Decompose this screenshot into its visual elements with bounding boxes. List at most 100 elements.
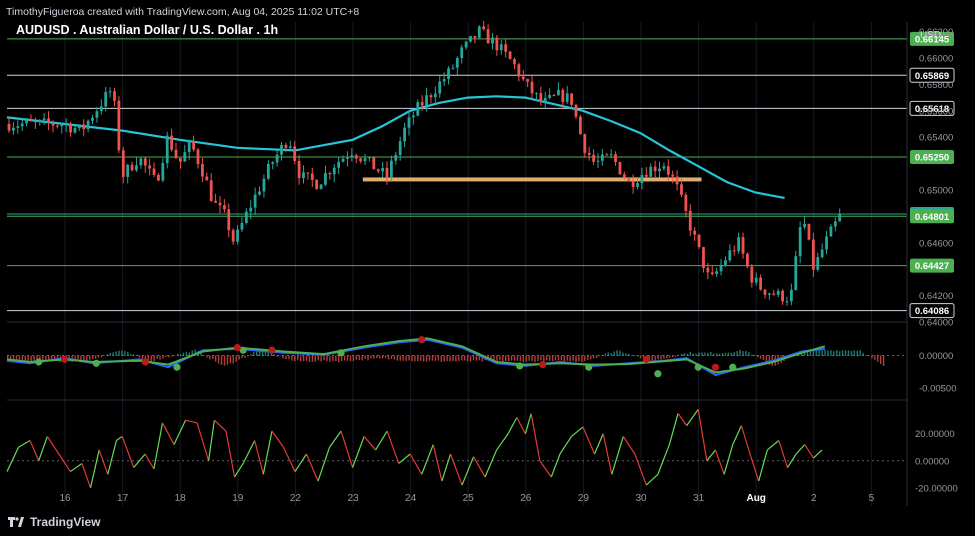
candle-body [403,127,406,142]
time-tick-label: 24 [405,493,417,504]
crossover-dot-bearish [418,336,426,344]
currency-label[interactable]: USD [920,30,941,41]
macd-histogram-bar [414,355,416,362]
candle-body [187,141,191,153]
macd-histogram-bar [522,355,524,363]
macd-histogram-bar [701,352,703,356]
macd-histogram-bar [299,355,302,362]
macd-histogram-bar [850,350,853,356]
candle-body [732,250,736,252]
macd-histogram-bar [657,355,659,360]
macd-histogram-bar [106,354,109,356]
time-tick-label: 22 [290,493,302,504]
macd-histogram-bar [446,355,448,362]
symbol-title[interactable]: AUDUSD . Australian Dollar / U.S. Dollar… [16,23,278,37]
macd-histogram-bar [455,355,457,362]
chart-canvas[interactable]: 0.661450.658690.656180.652500.648180.648… [0,0,975,536]
macd-histogram-bar [411,355,413,362]
macd-histogram-bar [578,355,580,362]
macd-histogram-bar [323,355,325,361]
crossover-dot-bearish [141,358,149,366]
crossover-dot-bearish [61,355,69,363]
macd-histogram-bar [669,355,671,358]
macd-histogram-bar [557,355,560,361]
macd-histogram-bar [308,355,311,362]
macd-histogram-bar [256,351,258,356]
candle-body [499,44,503,51]
candle-body [135,165,138,171]
macd-histogram-bar [405,355,407,362]
macd-histogram-bar [472,355,475,361]
crossover-dot-bearish [539,361,547,369]
candle-body [671,174,675,177]
candle-body [680,184,683,195]
macd-histogram-bar [437,355,440,361]
candle-body [609,154,613,156]
macd-histogram-bar [250,354,252,356]
macd-histogram-bar [654,355,656,361]
candle-body [47,118,50,123]
macd-histogram-bar [601,354,604,356]
candle-body [829,226,833,237]
candle-body [222,205,226,210]
support-zone[interactable] [362,177,702,182]
candle-body [350,155,354,158]
macd-histogram-bar [607,352,609,356]
macd-histogram-bar [176,353,179,356]
macd-histogram-bar [531,355,533,362]
candle-body [658,168,661,172]
candle-body [42,118,46,120]
candle-body [710,272,714,275]
macd-histogram-bar [704,352,706,356]
macd-histogram-bar [721,353,724,356]
macd-histogram-bar [352,355,355,362]
candle-body [275,154,279,163]
macd-histogram-bar [238,355,240,360]
macd-histogram-bar [80,355,82,361]
price-axis-labels[interactable]: 0.661450.658690.656180.652500.648180.648… [909,27,958,494]
candle-body [460,47,464,59]
candle-body [776,290,780,295]
macd-histogram-bar [329,355,331,362]
candle-body [706,267,710,273]
candle-body [741,237,745,254]
macd-histogram-bar [551,355,554,362]
candle-body [11,127,15,131]
macd-histogram-bar [217,355,220,364]
macd-histogram-bar [827,350,829,356]
candle-body [798,227,802,257]
candle-body [486,29,490,44]
macd-histogram-bar [349,355,352,362]
macd-histogram-bar [660,355,662,360]
macd-histogram-bar [510,355,513,361]
macd-histogram-bar [282,355,284,359]
time-axis-labels[interactable]: 16 17 18 19 22 23 24 25 26 29 30 31 Aug 2 5 [59,493,874,504]
candle-body [561,89,565,102]
candle-body [767,293,771,295]
macd-histogram-bar [882,355,885,366]
tradingview-brand[interactable]: TradingView [8,514,100,530]
candle-body [820,249,824,258]
tradingview-logo-icon [8,517,24,527]
macd-histogram-bar [566,355,568,361]
candle-body [622,174,626,178]
macd-histogram-bar [469,355,472,362]
crossover-dot-bullish [173,363,181,371]
candle-body [25,119,28,124]
macd-histogram-bar [616,350,618,356]
candle-body [16,126,20,128]
candle-body [675,176,679,185]
macd-tick-label: 0.00000 [919,351,953,362]
candle-body [266,164,270,179]
macd-histogram-bar [879,355,882,365]
macd-histogram-bar [525,355,527,362]
candle-body [420,102,424,106]
candle-body [592,154,595,162]
candle-body [328,173,332,175]
candle-body [218,202,222,206]
candle-body [600,154,604,161]
crossover-dot-bullish [729,363,737,371]
macd-histogram-bar [674,355,677,357]
macd-histogram-bar [141,355,144,359]
macd-histogram-bar [361,355,363,361]
